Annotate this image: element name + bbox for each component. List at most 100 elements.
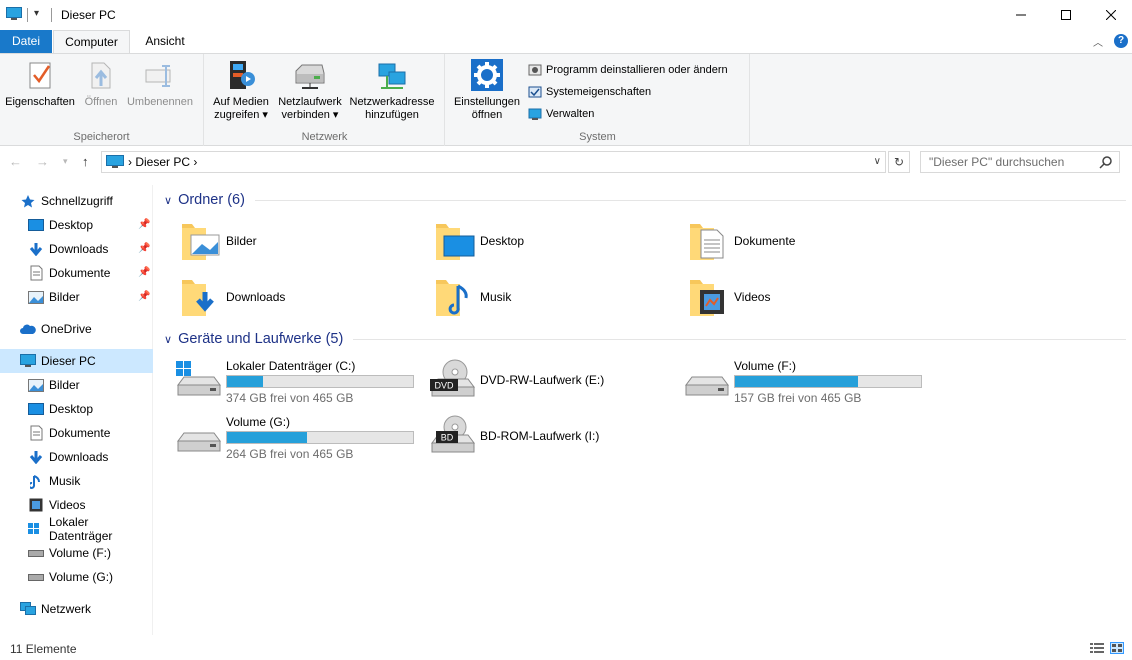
rename-button[interactable]: Umbenennen (124, 58, 196, 109)
nav-pc-music[interactable]: Musik (0, 469, 153, 493)
access-media-button[interactable]: Auf Medien zugreifen ▾ (208, 58, 274, 122)
nav-quick-downloads[interactable]: Downloads 📌 (0, 237, 153, 261)
minimize-button[interactable] (998, 0, 1044, 30)
ribbon-tabs: Datei Computer Ansicht ︿ ? (0, 30, 1132, 53)
group-label: Netzwerk (301, 131, 348, 143)
section-devices-header[interactable]: ∨ Geräte und Laufwerke (5) (160, 325, 1126, 353)
nav-quick-pictures[interactable]: Bilder 📌 (0, 285, 153, 309)
nav-quick-desktop[interactable]: Desktop 📌 (0, 213, 153, 237)
details-view-icon[interactable] (1090, 642, 1104, 657)
nav-pc-downloads[interactable]: Downloads (0, 445, 153, 469)
network-icon (20, 601, 36, 617)
uninstall-program-button[interactable]: Programm deinstallieren oder ändern (528, 63, 728, 77)
bd-badge: BD (441, 433, 454, 443)
drive-usage-bar (734, 375, 922, 388)
tab-computer[interactable]: Computer (53, 30, 130, 53)
help-icon[interactable]: ? (1114, 34, 1128, 48)
drive-icon (682, 359, 732, 399)
folder-videos[interactable]: Videos (688, 273, 928, 321)
pc-icon (20, 353, 36, 369)
cloud-icon (20, 321, 36, 337)
nav-network[interactable]: Netzwerk (0, 597, 153, 621)
drive-f[interactable]: Volume (F:) 157 GB frei von 465 GB (668, 353, 922, 405)
nav-pc-desktop[interactable]: Desktop (0, 397, 153, 421)
system-properties-button[interactable]: Systemeigenschaften (528, 85, 651, 99)
document-icon (28, 265, 44, 281)
pc-icon (106, 155, 124, 172)
properties-icon (29, 62, 51, 89)
view-toggle (1090, 642, 1124, 657)
uninstall-icon (528, 64, 542, 76)
videos-folder-icon (688, 276, 730, 318)
chevron-down-icon[interactable]: ∨ (164, 194, 172, 207)
group-label: System (579, 131, 616, 143)
nav-quick-documents[interactable]: Dokumente 📌 (0, 261, 153, 285)
open-button[interactable]: Öffnen (80, 58, 122, 109)
add-network-location-button[interactable]: Netzwerkadresse hinzufügen (346, 58, 438, 122)
folder-documents[interactable]: Dokumente (688, 217, 928, 265)
pictures-icon (28, 289, 44, 305)
pin-icon[interactable]: 📌 (138, 267, 150, 278)
ribbon: Eigenschaften Öffnen Umbenennen Speicher… (0, 53, 1132, 146)
up-arrow-icon[interactable]: ↑ (82, 154, 89, 169)
drive-i-bd[interactable]: BD BD-ROM-Laufwerk (I:) (414, 409, 664, 457)
section-folders-header[interactable]: ∨ Ordner (6) (160, 186, 1126, 214)
properties-button[interactable]: Eigenschaften (4, 58, 76, 109)
recent-locations-icon[interactable]: ▾ (63, 156, 68, 167)
search-box[interactable] (920, 151, 1120, 173)
open-settings-button[interactable]: Einstellungen öffnen (450, 58, 524, 122)
nav-onedrive[interactable]: OneDrive (0, 317, 153, 341)
pictures-icon (28, 377, 44, 393)
chevron-down-icon[interactable]: ∨ (164, 333, 172, 346)
address-bar[interactable]: › Dieser PC › ∨ (101, 151, 886, 173)
drive-c[interactable]: Lokaler Datenträger (C:) 374 GB frei von… (160, 353, 414, 405)
drive-usage-bar (226, 375, 414, 388)
nav-pc-local-disk[interactable]: Lokaler Datenträger (0, 515, 153, 543)
drive-g[interactable]: Volume (G:) 264 GB frei von 465 GB (160, 409, 414, 461)
downloads-folder-icon (180, 276, 222, 318)
nav-pc-pictures[interactable]: Bilder (0, 373, 153, 397)
search-input[interactable] (929, 153, 1099, 171)
download-arrow-icon (28, 241, 44, 257)
music-folder-icon (434, 276, 476, 318)
search-icon[interactable] (1099, 155, 1113, 172)
pin-icon[interactable]: 📌 (138, 291, 150, 302)
nav-pc-volume-g[interactable]: Volume (G:) (0, 565, 153, 589)
refresh-button[interactable]: ↻ (888, 151, 910, 173)
nav-pc-volume-f[interactable]: Volume (F:) (0, 541, 153, 565)
settings-gear-icon (471, 59, 503, 91)
tiles-view-icon[interactable] (1110, 642, 1124, 657)
download-arrow-icon (28, 449, 44, 465)
map-drive-button[interactable]: Netzlaufwerk verbinden ▾ (274, 58, 346, 122)
tab-file[interactable]: Datei (0, 30, 52, 53)
manage-button[interactable]: Verwalten (528, 107, 594, 121)
drive-usage-fill (735, 376, 859, 387)
drive-icon (28, 569, 44, 585)
back-arrow-icon[interactable]: ← (9, 154, 22, 169)
maximize-button[interactable] (1043, 0, 1089, 30)
close-button[interactable] (1088, 0, 1132, 30)
folder-downloads[interactable]: Downloads (180, 273, 420, 321)
breadcrumb[interactable]: › Dieser PC › (128, 155, 197, 169)
nav-pc-videos[interactable]: Videos (0, 493, 153, 517)
nav-pc-documents[interactable]: Dokumente (0, 421, 153, 445)
divider (353, 338, 1126, 340)
drive-icon (28, 545, 44, 561)
desktop-icon (28, 217, 44, 233)
music-note-icon (28, 473, 44, 489)
collapse-ribbon-icon[interactable]: ︿ (1093, 34, 1103, 49)
pin-icon[interactable]: 📌 (138, 243, 150, 254)
dvd-drive-icon: DVD (428, 359, 478, 399)
nav-quick-access[interactable]: Schnellzugriff (0, 189, 153, 213)
forward-arrow-icon[interactable]: → (36, 154, 49, 169)
close-icon (1106, 10, 1116, 20)
folder-desktop[interactable]: Desktop (434, 217, 674, 265)
tab-view[interactable]: Ansicht (133, 30, 197, 53)
folder-pictures[interactable]: Bilder (180, 217, 420, 265)
drive-e-dvd[interactable]: DVD DVD-RW-Laufwerk (E:) (414, 353, 664, 401)
nav-this-pc[interactable]: Dieser PC (0, 349, 153, 373)
pin-icon[interactable]: 📌 (138, 219, 150, 230)
address-dropdown-icon[interactable]: ∨ (874, 156, 881, 167)
folder-music[interactable]: Musik (434, 273, 674, 321)
quick-access-toolbar-dropdown[interactable]: ▾ (34, 8, 39, 19)
